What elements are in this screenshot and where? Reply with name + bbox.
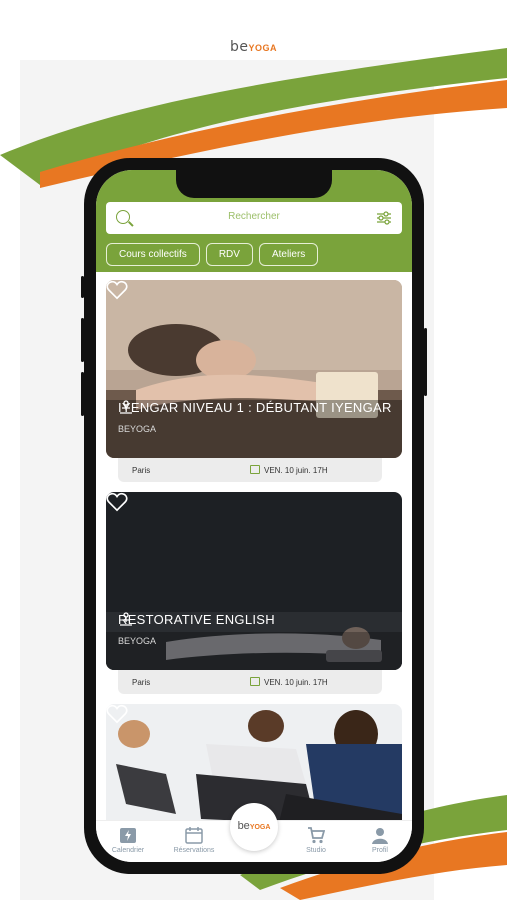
class-card[interactable]: RESTORATIVE ENGLISH BEYOGA Paris VEN. 10… [106,492,402,694]
chip-cours-collectifs[interactable]: Cours collectifs [106,243,200,266]
search-bar[interactable]: Rechercher [106,202,402,234]
tab-profil[interactable]: Profil [350,827,410,854]
class-title-row: RESTORATIVE ENGLISH [118,612,402,627]
class-meta: Paris VEN. 10 juin. 17H [118,670,382,694]
user-icon [372,828,388,844]
class-organization: BEYOGA [118,636,157,646]
chip-ateliers[interactable]: Ateliers [258,243,319,266]
calendar-icon [250,677,260,686]
class-card-image[interactable]: RESTORATIVE ENGLISH BEYOGA [106,492,402,670]
phone-volume-up-button [81,318,84,362]
class-meta: Paris VEN. 10 juin. 17H [118,458,382,482]
phone-frame: Rechercher Cours collectifs RDV Ateliers [81,158,427,874]
sliders-icon[interactable] [376,211,392,225]
yoga-mat-icon [120,400,132,414]
class-title-row: IYENGAR NIVEAU 1 : DÉBUTANT IYENGAR [118,400,402,415]
app-logo: beYOGA [229,39,277,55]
class-feed: IYENGAR NIVEAU 1 : DÉBUTANT IYENGAR BEYO… [96,280,412,820]
calendar-icon [250,465,260,474]
cart-icon [308,827,325,844]
class-organization: BEYOGA [118,424,157,434]
tab-studio[interactable]: Studio [286,827,346,854]
class-title: IYENGAR NIVEAU 1 : DÉBUTANT IYENGAR [118,400,392,415]
chip-rdv[interactable]: RDV [205,243,253,266]
phone-volume-down-button [81,372,84,416]
tab-calendrier[interactable]: Calendrier [98,827,158,854]
heart-icon[interactable] [106,492,128,512]
yoga-mat-icon [120,612,132,626]
heart-icon[interactable] [106,280,128,300]
phone-mute-button [81,276,84,298]
app-screen: Rechercher Cours collectifs RDV Ateliers [96,170,412,862]
phone-notch [176,170,332,198]
class-location: Paris [132,466,151,475]
tab-reservations[interactable]: Réservations [164,827,224,854]
search-input[interactable]: Rechercher [106,211,402,222]
class-card[interactable]: IYENGAR NIVEAU 1 : DÉBUTANT IYENGAR BEYO… [106,280,402,482]
calendar-bolt-icon [120,828,136,843]
phone-power-button [424,328,427,396]
class-date: VEN. 10 juin. 17H [264,466,328,475]
class-card-image[interactable]: IYENGAR NIVEAU 1 : DÉBUTANT IYENGAR BEYO… [106,280,402,458]
class-title: RESTORATIVE ENGLISH [118,612,275,627]
class-location: Paris [132,678,151,687]
class-date: VEN. 10 juin. 17H [264,678,328,687]
calendar-icon [185,827,203,844]
filter-chips: Cours collectifs RDV Ateliers [106,243,319,267]
home-logo-button[interactable]: beYOGA [230,803,278,851]
heart-icon[interactable] [106,704,128,724]
